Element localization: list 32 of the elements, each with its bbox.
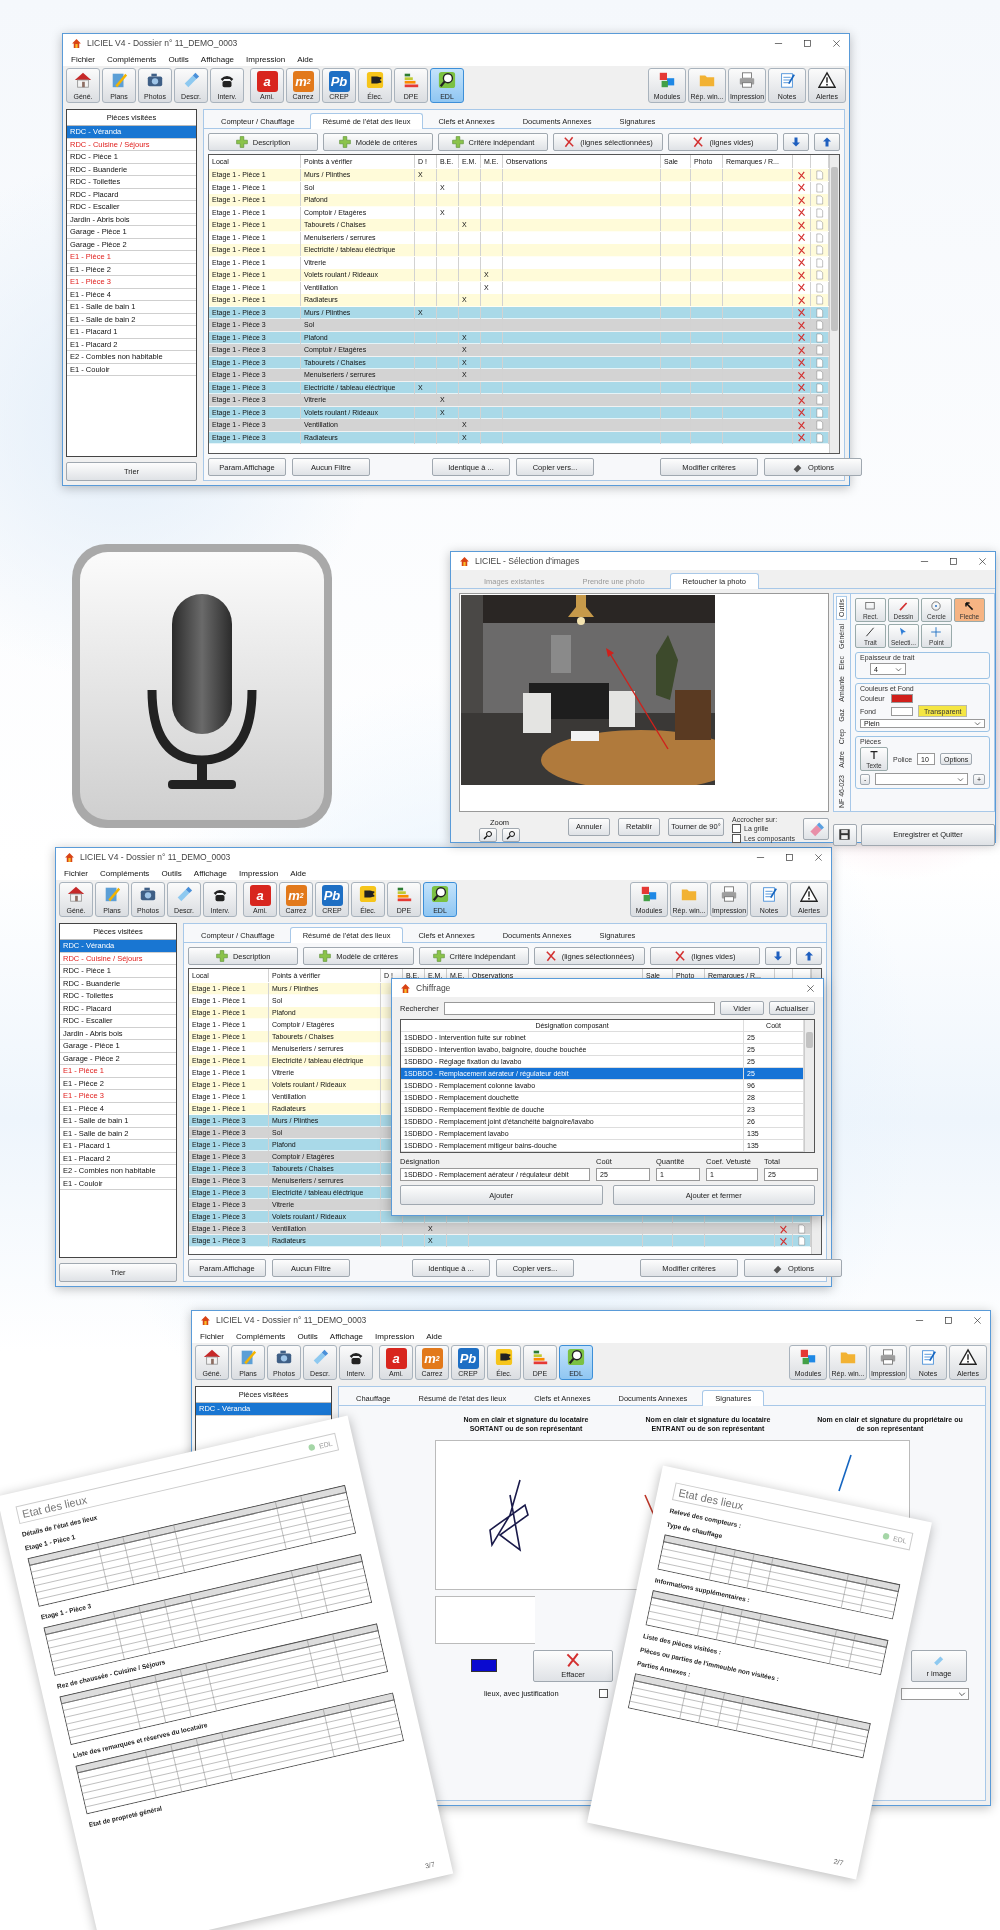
app-logo: m$^{2}$ — [421, 1348, 443, 1369]
menu-item[interactable]: Outils — [168, 54, 189, 64]
dialog-title: Chiffrage — [416, 983, 451, 993]
app-logo: Pb — [457, 1348, 479, 1369]
app-logo: m$^{2}$ — [285, 885, 307, 906]
app-logo: a — [249, 885, 271, 906]
menu-item[interactable]: Affichage — [329, 1331, 364, 1341]
menu-item[interactable]: Aide — [297, 54, 314, 64]
menu-item[interactable]: Compléments — [100, 868, 150, 878]
app-logo: Pb — [321, 885, 343, 906]
window-title: LICIEL V4 - Dossier n° 11_DEMO_0003 — [80, 852, 231, 862]
app-logo: Pb — [328, 71, 350, 92]
window-title: LICIEL V4 - Dossier n° 11_DEMO_0003 — [87, 38, 238, 48]
menu-item[interactable]: Fichier — [200, 1331, 224, 1341]
menu-item[interactable]: Aide — [426, 1331, 443, 1341]
menu-item[interactable]: Affichage — [200, 54, 235, 64]
menu-item[interactable]: Impression — [246, 54, 286, 64]
app-logo: a — [256, 71, 278, 92]
menu-item[interactable]: Outils — [297, 1331, 318, 1341]
menu-item[interactable]: Fichier — [71, 54, 95, 64]
window-title: LICIEL V4 - Dossier n° 11_DEMO_0003 — [216, 1315, 367, 1325]
app-logo: a — [385, 1348, 407, 1369]
menu-item[interactable]: Impression — [375, 1331, 415, 1341]
menu-item[interactable]: Compléments — [236, 1331, 286, 1341]
window-title: LICIEL - Sélection d'images — [475, 556, 580, 566]
menu-item[interactable]: Fichier — [64, 868, 88, 878]
menu-item[interactable]: Impression — [239, 868, 279, 878]
menu-item[interactable]: Outils — [161, 868, 182, 878]
app-logo: m$^{2}$ — [292, 71, 314, 92]
menu-item[interactable]: Affichage — [193, 868, 228, 878]
menu-item[interactable]: Compléments — [107, 54, 157, 64]
menu-item[interactable]: Aide — [290, 868, 307, 878]
